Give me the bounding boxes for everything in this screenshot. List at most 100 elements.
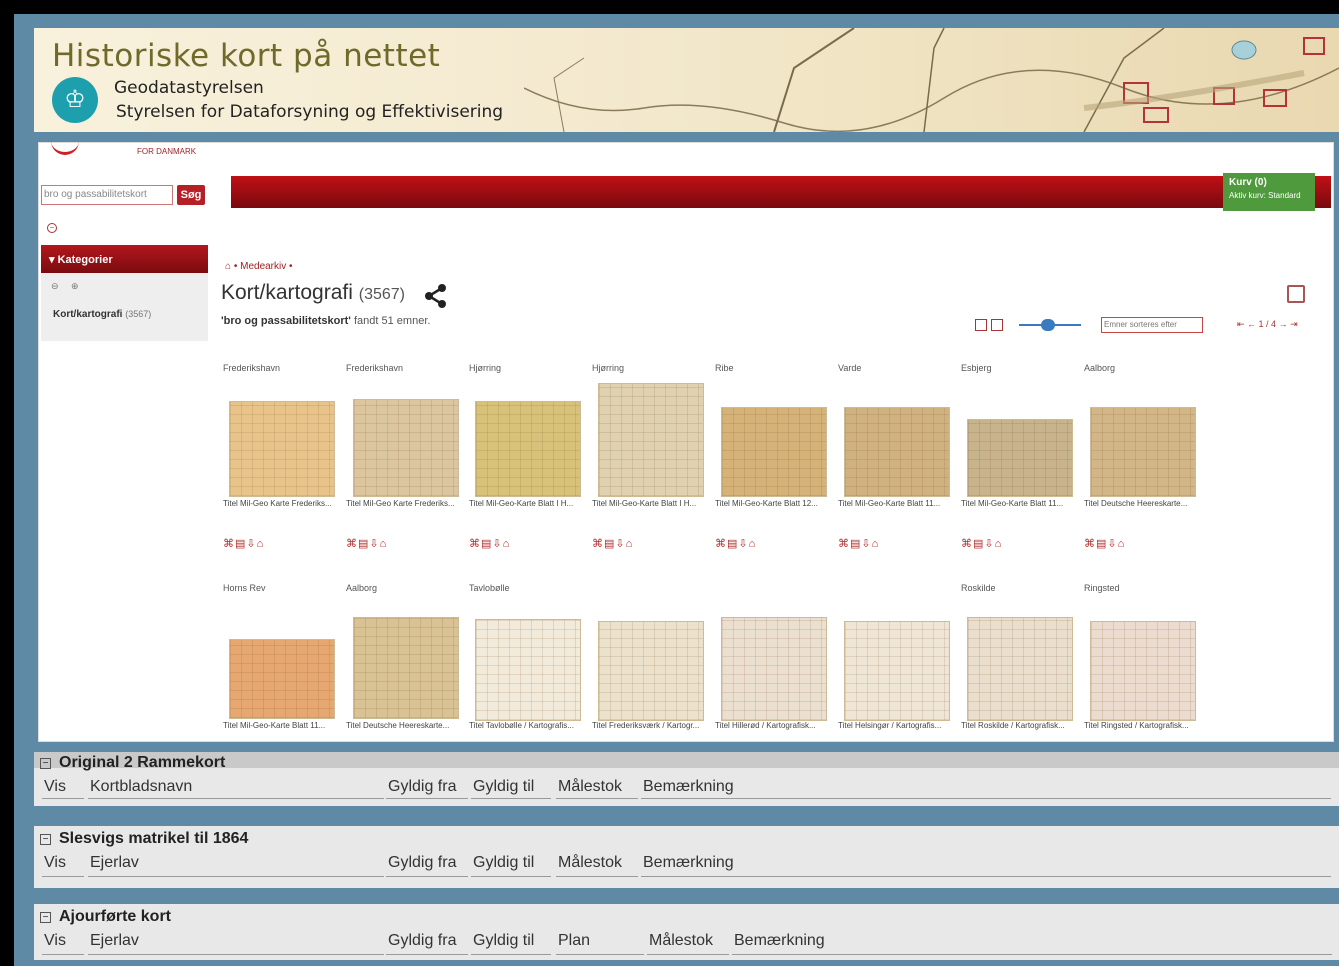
result-caption[interactable]: Titel Mil-Geo-Karte Blatt I H... (469, 499, 577, 508)
search-query: 'bro og passabilitetskort' (221, 315, 351, 327)
map-panel: − Ajourførte kort Vis Ejerlav Gyldig fra Gyld… (34, 904, 1339, 960)
result-actions[interactable]: ⌘▤⇩⌂ (592, 537, 633, 550)
column-header[interactable]: Gyldig fra (388, 854, 456, 872)
map-thumbnail[interactable] (598, 383, 704, 497)
export-icon[interactable] (1287, 285, 1305, 303)
zoom-slider-handle[interactable] (1041, 319, 1055, 331)
map-thumbnail[interactable] (353, 399, 459, 497)
map-panel: − Original 2 Rammekort Vis Kortbladsnavn Gyl… (34, 752, 1339, 806)
collapse-toggle-icon[interactable]: − (40, 912, 51, 923)
panel-title[interactable]: − Original 2 Rammekort (40, 754, 225, 772)
column-header[interactable]: Kortbladsnavn (90, 778, 192, 796)
column-header[interactable]: Gyldig til (473, 932, 534, 950)
category-item-kort[interactable]: Kort/kartografi (3567) (53, 309, 151, 320)
collapse-toggle-icon[interactable]: − (40, 758, 51, 769)
result-actions[interactable]: ⌘▤⇩⌂ (715, 537, 756, 550)
map-thumbnail[interactable] (721, 407, 827, 497)
column-divider (556, 954, 644, 955)
map-thumbnail[interactable] (1090, 407, 1196, 497)
result-caption[interactable]: Titel Roskilde / Kartografisk... (961, 721, 1069, 730)
column-header[interactable]: Bemærkning (734, 932, 825, 950)
result-actions[interactable]: ⌘▤⇩⌂ (838, 537, 879, 550)
grid-view-icon[interactable] (975, 319, 987, 331)
column-divider (556, 798, 638, 799)
result-caption[interactable]: Titel Mil-Geo Karte Frederiks... (346, 499, 454, 508)
category-controls[interactable]: ⊖ ⊕ (51, 281, 79, 292)
breadcrumb[interactable]: ⌂ • Medearkiv • (225, 261, 293, 272)
column-divider (42, 876, 84, 877)
result-caption[interactable]: Titel Hillerød / Kartografisk... (715, 721, 823, 730)
result-caption[interactable]: Titel Ringsted / Kartografisk... (1084, 721, 1192, 730)
cart-button[interactable]: Kurv (0) Aktiv kurv: Standard (1223, 173, 1315, 211)
collapse-icon[interactable]: − (47, 223, 57, 233)
result-actions[interactable]: ⌘▤⇩⌂ (223, 537, 264, 550)
result-actions[interactable]: ⌘▤⇩⌂ (469, 537, 510, 550)
map-thumbnail[interactable] (844, 407, 950, 497)
map-thumbnail[interactable] (229, 401, 335, 497)
column-divider (88, 876, 384, 877)
column-header[interactable]: Gyldig fra (388, 932, 456, 950)
map-thumbnail[interactable] (475, 401, 581, 497)
result-caption[interactable]: Titel Helsingør / Kartografis... (838, 721, 946, 730)
map-thumbnail[interactable] (844, 621, 950, 721)
result-caption[interactable]: Titel Mil-Geo Karte Frederiks... (223, 499, 331, 508)
breadcrumb-item[interactable]: Medearkiv (240, 261, 286, 272)
result-caption[interactable]: Titel Mil-Geo-Karte Blatt 11... (961, 499, 1069, 508)
column-header[interactable]: Målestok (558, 854, 622, 872)
result-caption[interactable]: Titel Deutsche Heereskarte... (346, 721, 454, 730)
collapse-toggle-icon[interactable]: − (40, 834, 51, 845)
column-header[interactable]: Målestok (558, 778, 622, 796)
result-summary: 'bro og passabilitetskort' fandt 51 emne… (221, 315, 430, 327)
result-caption[interactable]: Titel Deutsche Heereskarte... (1084, 499, 1192, 508)
result-caption[interactable]: Titel Mil-Geo-Karte Blatt I H... (592, 499, 700, 508)
share-icon[interactable] (423, 283, 449, 309)
column-header[interactable]: Gyldig til (473, 778, 534, 796)
column-header[interactable]: Gyldig fra (388, 778, 456, 796)
map-thumbnail[interactable] (353, 617, 459, 719)
panel-title[interactable]: − Slesvigs matrikel til 1864 (40, 830, 248, 848)
column-header[interactable]: Ejerlav (90, 932, 139, 950)
column-header[interactable]: Bemærkning (643, 854, 734, 872)
map-thumbnail[interactable] (1090, 621, 1196, 721)
column-header[interactable]: Vis (44, 778, 66, 796)
column-header[interactable]: Målestok (649, 932, 713, 950)
map-thumbnail[interactable] (475, 619, 581, 721)
result-actions[interactable]: ⌘▤⇩⌂ (1084, 537, 1125, 550)
map-thumbnail[interactable] (967, 617, 1073, 721)
column-divider (556, 876, 638, 877)
results-grid: Frederikshavn Titel Mil-Geo Karte Frederi… (219, 359, 1319, 739)
search-input[interactable]: bro og passabilitetskort (41, 185, 173, 205)
column-header[interactable]: Gyldig til (473, 854, 534, 872)
column-header[interactable]: Ejerlav (90, 854, 139, 872)
result-caption[interactable]: Titel Tavlobølle / Kartografis... (469, 721, 577, 730)
result-place: Varde (838, 363, 862, 373)
list-view-icon[interactable] (991, 319, 1003, 331)
page-title-count: (3567) (358, 286, 405, 303)
result-actions[interactable]: ⌘▤⇩⌂ (961, 537, 1002, 550)
map-thumbnail[interactable] (967, 419, 1073, 497)
result-actions[interactable]: ⌘▤⇩⌂ (346, 537, 387, 550)
search-button[interactable]: Søg (177, 185, 205, 205)
result-place: Hjørring (469, 363, 502, 373)
result-caption[interactable]: Titel Mil-Geo-Karte Blatt 12... (715, 499, 823, 508)
result-caption[interactable]: Titel Frederiksværk / Kartogr... (592, 721, 700, 730)
column-divider (647, 954, 729, 955)
pager[interactable]: ⇤ ← 1 / 4 → ⇥ (1237, 319, 1298, 330)
sort-select[interactable]: Emner sorteres efter (1101, 317, 1203, 333)
result-caption[interactable]: Titel Mil-Geo-Karte Blatt 11... (838, 499, 946, 508)
column-header[interactable]: Plan (558, 932, 590, 950)
column-header[interactable]: Vis (44, 932, 66, 950)
cart-subtitle: Aktiv kurv: Standard (1229, 191, 1301, 200)
map-thumbnail[interactable] (721, 617, 827, 721)
column-header[interactable]: Vis (44, 854, 66, 872)
org-name: Geodatastyrelsen (114, 78, 264, 98)
map-thumbnail[interactable] (598, 621, 704, 721)
site-title: Historiske kort på nettet (52, 38, 441, 74)
map-thumbnail[interactable] (229, 639, 335, 719)
category-item-count: (3567) (125, 309, 152, 319)
historic-map-banner (524, 28, 1339, 132)
result-caption[interactable]: Titel Mil-Geo-Karte Blatt 11... (223, 721, 331, 730)
panel-title[interactable]: − Ajourførte kort (40, 908, 171, 926)
column-header[interactable]: Bemærkning (643, 778, 734, 796)
categories-header[interactable]: ▾ Kategorier (41, 245, 208, 273)
